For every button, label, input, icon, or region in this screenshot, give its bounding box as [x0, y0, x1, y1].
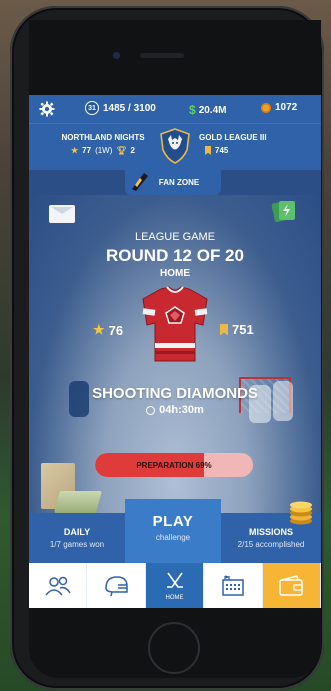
team-icon [45, 576, 71, 595]
missions-title: MISSIONS [248, 527, 293, 537]
dollar-icon: $ [189, 103, 196, 117]
hockey-sticks-icon [166, 572, 183, 588]
xp-value: 1485 / 3100 [103, 102, 156, 114]
play-button[interactable]: PLAY challenge [125, 499, 221, 563]
fan-zone-button[interactable]: FAN ZONE [125, 169, 221, 195]
nav-arena[interactable] [204, 563, 263, 608]
team-crest-icon[interactable] [159, 128, 191, 164]
play-title: PLAY [152, 513, 194, 530]
team-bar: NORTHLAND NIGHTS ★ 77 (1W) 🏆︎ 2 GOLD LEA… [29, 123, 321, 170]
arena-area: LEAGUE GAME ROUND 12 OF 20 HOME ★ 76 751… [29, 195, 321, 513]
league-points-icon [220, 323, 228, 336]
daily-sub: 1/7 games won [49, 540, 105, 549]
nav-helmet[interactable] [87, 563, 146, 608]
play-sub: challenge [155, 533, 191, 542]
cash-stack-icon [54, 491, 102, 513]
team-rating-value: 76 [108, 322, 124, 338]
cash-indicator[interactable]: $ 20.4M [189, 103, 226, 117]
coin-icon [261, 102, 271, 113]
venue-label: HOME [160, 268, 190, 279]
league-points: 745 [215, 146, 229, 155]
helmet-icon [105, 575, 128, 596]
action-row: DAILY 1/7 games won PLAY challenge MISSI… [29, 499, 321, 563]
coins-value: 1072 [275, 102, 298, 113]
home-team-name: NORTHLAND NIGHTS [61, 133, 145, 142]
trophy-icon: 🏆︎ [116, 146, 127, 155]
star-icon: ★ [93, 322, 105, 337]
missions-sub: 2/15 accomplished [237, 540, 305, 549]
preparation-bar[interactable]: PREPARATION 69% [95, 453, 253, 477]
coins-indicator[interactable]: 1072 [261, 102, 297, 113]
home-trophies: 2 [130, 146, 135, 155]
cash-value: 20.4M [198, 104, 227, 116]
energy-cards-icon[interactable] [271, 199, 297, 223]
team-rating: ★ 76 [93, 322, 123, 338]
nav-home-label: HOME [165, 594, 184, 601]
gear-icon[interactable] [39, 101, 55, 117]
countdown-value: 04h:30m [159, 404, 204, 416]
league-name: GOLD LEAGUE III [199, 133, 267, 142]
round-label: ROUND 12 OF 20 [106, 246, 244, 265]
clock-icon [146, 405, 156, 415]
fan-zone-label: FAN ZONE [158, 177, 200, 187]
xp-indicator[interactable]: 31 1485 / 3100 [85, 101, 156, 115]
home-rating-note: (1W) [95, 146, 113, 155]
home-team-info[interactable]: NORTHLAND NIGHTS ★ 77 (1W) 🏆︎ 2 [55, 133, 151, 155]
mail-icon[interactable] [49, 205, 75, 223]
daily-button[interactable]: DAILY 1/7 games won [29, 513, 125, 563]
earpiece-speaker [140, 53, 184, 58]
opponent-points-value: 751 [232, 322, 254, 337]
countdown: 04h:30m [29, 404, 321, 416]
coin-stack-icon [290, 501, 312, 525]
scarf-icon [132, 173, 148, 191]
daily-title: DAILY [63, 527, 91, 537]
league-info[interactable]: GOLD LEAGUE III 745 [199, 133, 295, 155]
preparation-label: PREPARATION 69% [136, 460, 212, 470]
league-points-icon [205, 146, 211, 155]
home-rating: 77 [82, 146, 92, 155]
opponent-points: 751 [220, 322, 254, 337]
app-screen: 31 1485 / 3100 $ 20.4M 1072 NORTHLAND NI… [29, 95, 321, 608]
nav-team[interactable] [29, 563, 88, 608]
nav-wallet[interactable] [262, 563, 321, 608]
jersey-icon[interactable] [139, 285, 211, 365]
front-camera [113, 52, 120, 59]
arena-icon [222, 574, 244, 596]
match-type: LEAGUE GAME [134, 231, 216, 243]
bottom-nav: HOME [29, 563, 321, 608]
level-badge: 31 [85, 101, 99, 115]
wallet-icon [279, 574, 304, 596]
phone-home-button[interactable] [148, 622, 200, 674]
star-icon: ★ [70, 146, 79, 155]
opponent-name: SHOOTING DIAMONDS [92, 385, 258, 402]
nav-home[interactable]: HOME [145, 563, 205, 608]
status-bar: 31 1485 / 3100 $ 20.4M 1072 [29, 95, 321, 123]
